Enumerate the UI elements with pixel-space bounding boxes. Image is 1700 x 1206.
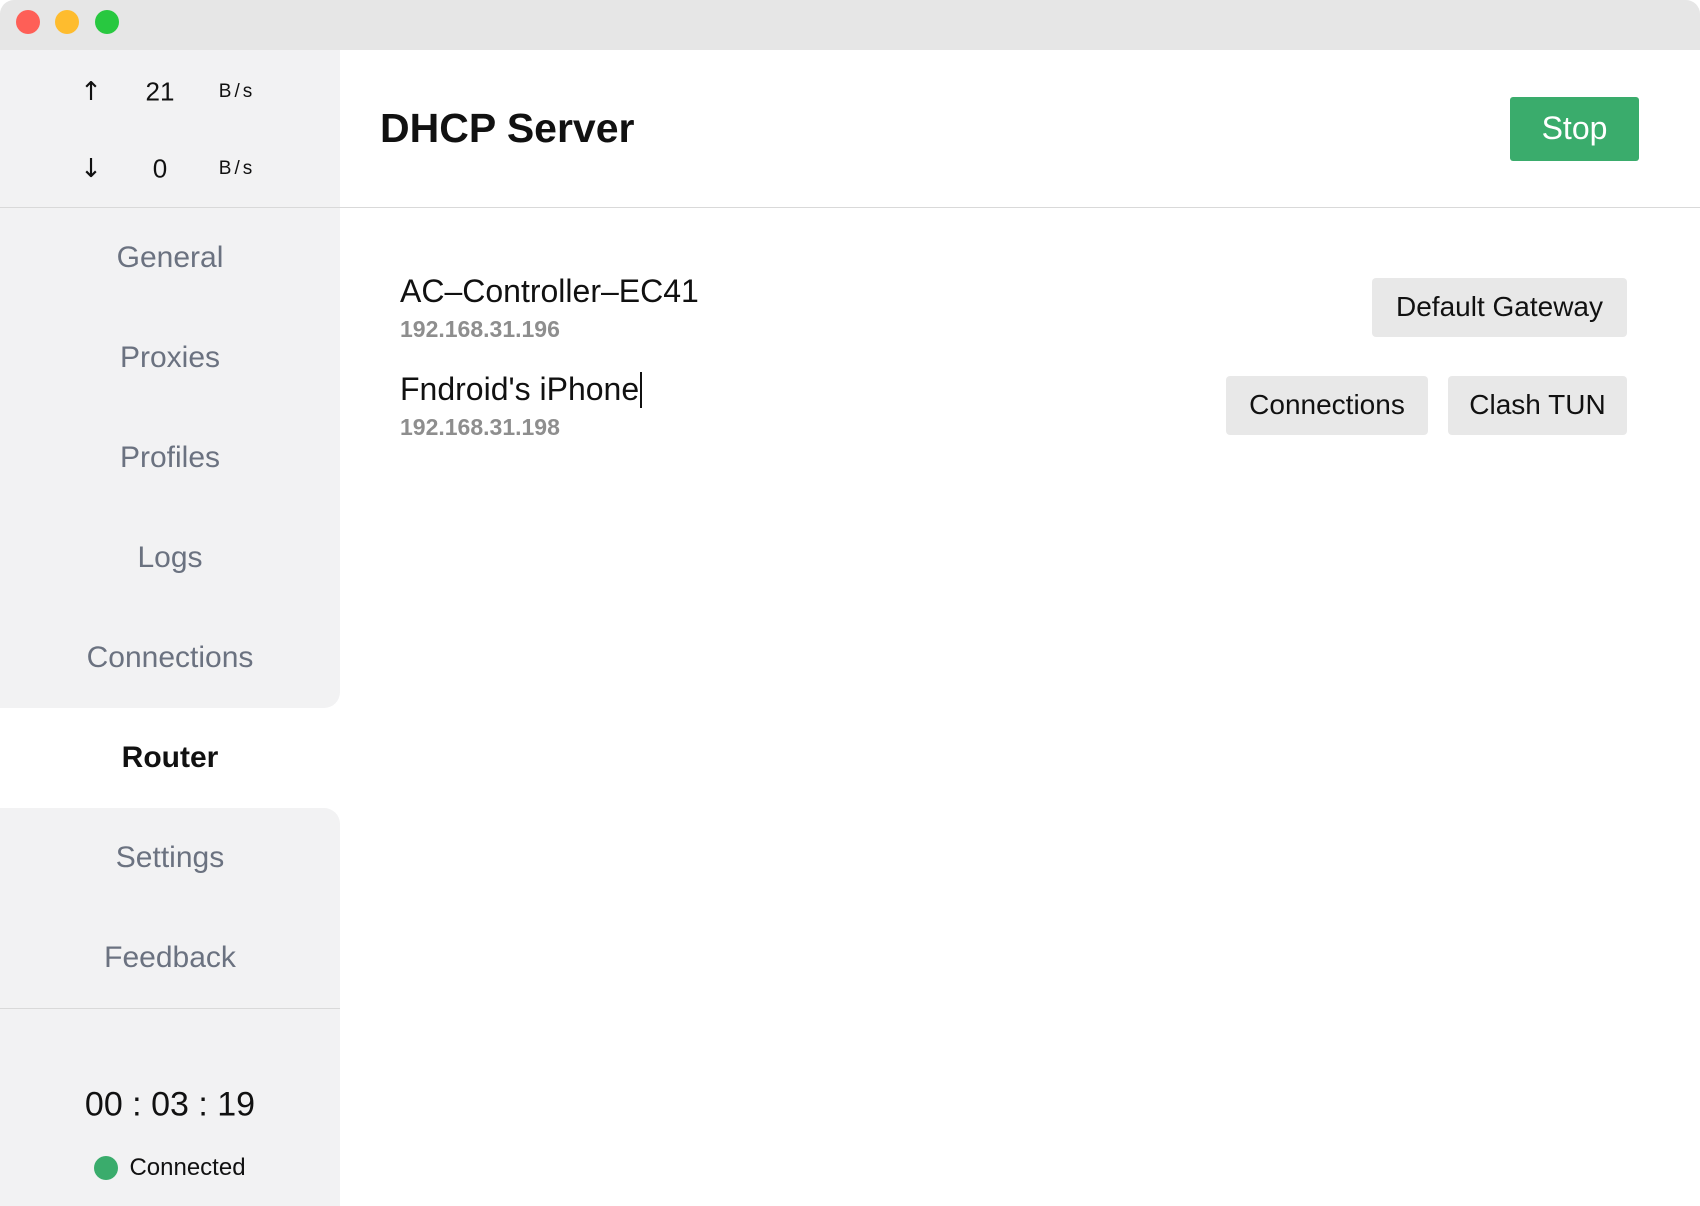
connection-status: Connected bbox=[0, 1154, 340, 1182]
sidebar: ↑ 21 B/s ↓ 0 B/s General Proxies Profile… bbox=[0, 50, 340, 1206]
device-actions: Connections Clash TUN bbox=[1226, 375, 1627, 435]
list-item: AC–Controller–EC41 192.168.31.196 Defaul… bbox=[400, 269, 1627, 345]
sidebar-item-settings[interactable]: Settings bbox=[0, 808, 340, 908]
sidebar-item-logs[interactable]: Logs bbox=[0, 508, 340, 608]
page-header: DHCP Server Stop bbox=[340, 50, 1700, 208]
device-info: AC–Controller–EC41 192.168.31.196 bbox=[400, 269, 699, 345]
sidebar-item-profiles[interactable]: Profiles bbox=[0, 408, 340, 508]
download-speed-value: 0 bbox=[152, 153, 168, 184]
sidebar-item-connections[interactable]: Connections bbox=[0, 608, 340, 708]
minimize-window-icon[interactable] bbox=[55, 10, 79, 34]
connections-button[interactable]: Connections bbox=[1226, 375, 1428, 435]
device-info: Fndroid's iPhone 192.168.31.198 bbox=[400, 367, 643, 443]
download-arrow-icon: ↓ bbox=[80, 154, 102, 184]
download-speed-row: ↓ 0 B/s bbox=[0, 149, 340, 189]
sidebar-item-proxies[interactable]: Proxies bbox=[0, 308, 340, 408]
download-speed-unit: B/s bbox=[218, 158, 256, 179]
traffic-speed-panel: ↑ 21 B/s ↓ 0 B/s bbox=[0, 50, 340, 208]
default-gateway-button[interactable]: Default Gateway bbox=[1372, 277, 1627, 337]
device-ip: 192.168.31.198 bbox=[400, 414, 560, 440]
stop-button[interactable]: Stop bbox=[1510, 96, 1639, 161]
title-bar bbox=[0, 0, 1700, 50]
zoom-window-icon[interactable] bbox=[95, 10, 119, 34]
text-cursor bbox=[640, 372, 643, 408]
status-label: Connected bbox=[129, 1154, 246, 1181]
page-title: DHCP Server bbox=[380, 105, 635, 151]
device-name-input[interactable]: AC–Controller–EC41 bbox=[400, 269, 699, 313]
uptime-timer: 00 : 03 : 19 bbox=[84, 1085, 256, 1124]
sidebar-item-general[interactable]: General bbox=[0, 208, 340, 308]
device-ip: 192.168.31.196 bbox=[400, 316, 560, 342]
main-panel: DHCP Server Stop AC–Controller–EC41 192.… bbox=[340, 50, 1700, 1206]
device-name-text: Fndroid's iPhone bbox=[400, 371, 640, 407]
upload-speed-row: ↑ 21 B/s bbox=[0, 72, 340, 112]
upload-speed-value: 21 bbox=[145, 76, 175, 107]
device-list: AC–Controller–EC41 192.168.31.196 Defaul… bbox=[340, 208, 1700, 465]
device-actions: Default Gateway bbox=[1372, 277, 1627, 337]
upload-arrow-icon: ↑ bbox=[80, 77, 102, 107]
upload-speed-unit: B/s bbox=[218, 81, 256, 102]
status-dot-icon bbox=[94, 1156, 119, 1180]
clash-tun-button[interactable]: Clash TUN bbox=[1448, 375, 1627, 435]
sidebar-item-feedback[interactable]: Feedback bbox=[0, 908, 340, 1008]
device-name-input[interactable]: Fndroid's iPhone bbox=[400, 367, 643, 411]
sidebar-item-router[interactable]: Router bbox=[0, 708, 340, 808]
close-window-icon[interactable] bbox=[16, 10, 40, 34]
app-window: ↑ 21 B/s ↓ 0 B/s General Proxies Profile… bbox=[0, 0, 1700, 1206]
connection-status-panel: 00 : 03 : 19 Connected bbox=[0, 1008, 340, 1206]
list-item: Fndroid's iPhone 192.168.31.198 Connecti… bbox=[400, 367, 1627, 443]
